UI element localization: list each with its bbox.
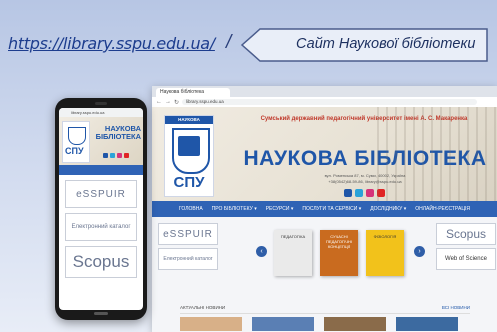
phone-home-indicator — [94, 312, 108, 315]
phone-logo-abbr: СПУ — [65, 146, 84, 156]
site-hero: НАУКОВА БІБЛІОТЕКА СПУ Сумський державни… — [152, 107, 497, 201]
phone-logo-shield-icon — [68, 127, 86, 145]
menu-item-services[interactable]: ПОСЛУГИ ТА СЕРВІСИ ▾ — [302, 206, 361, 212]
menu-item-home[interactable]: ГОЛОВНА — [179, 206, 203, 212]
logo-caption: НАУКОВА БІБЛІОТЕКА — [165, 116, 213, 130]
menu-item-about[interactable]: ПРО БІБЛІОТЕКУ ▾ — [212, 206, 257, 212]
back-icon[interactable]: ← — [156, 99, 162, 105]
logo-book-icon — [178, 136, 200, 156]
esspuir-button[interactable]: eSSPUIR — [158, 223, 218, 245]
url-field[interactable]: library.sspu.edu.ua — [182, 99, 477, 105]
facebook-icon[interactable] — [344, 189, 352, 197]
phone-email: +38(0542)68-59-86, library@sspu.edu.ua — [328, 179, 402, 184]
phone-social-links — [103, 153, 129, 158]
phone-esspuir-button[interactable]: eSSPUIR — [65, 180, 137, 208]
phone-hero: СПУ НАУКОВА БІБЛІОТЕКА — [59, 117, 143, 165]
reload-icon[interactable]: ↻ — [174, 99, 179, 106]
news-thumbnail[interactable] — [180, 317, 242, 331]
news-header: АКТУАЛЬНІ НОВИНИ ВСІ НОВИНИ — [180, 305, 470, 314]
book-cover[interactable]: СУЧАСНІ ПЕДАГОГІЧНІ КОНЦЕПЦІЇ — [320, 230, 358, 276]
mobile-phone: library.sspu.edu.ua СПУ НАУКОВА БІБЛІОТЕ… — [55, 98, 147, 320]
news-more-link[interactable]: ВСІ НОВИНИ — [442, 305, 470, 310]
logo-abbr: СПУ — [173, 174, 205, 191]
slide-title: Сайт Наукової бібліотеки — [296, 36, 476, 52]
youtube-icon[interactable] — [377, 189, 385, 197]
desktop-browser: Наукова бібліотека ← → ↻ library.sspu.ed… — [152, 86, 497, 332]
menu-item-resources[interactable]: РЕСУРСИ ▾ — [266, 206, 294, 212]
scopus-button[interactable]: Scopus — [436, 223, 496, 245]
phone-logo[interactable]: СПУ — [62, 121, 90, 163]
contact-info: вул. Роменська 87, м. Суми, 40002, Украї… — [236, 173, 494, 185]
university-name: Сумський державний педагогічний універси… — [260, 116, 468, 122]
carousel-next-icon[interactable]: › — [414, 246, 425, 257]
news-thumbnail[interactable] — [324, 317, 386, 331]
book-cover[interactable]: ФІЗІОЛОГІЯ — [366, 230, 404, 276]
instagram-icon[interactable] — [117, 153, 122, 158]
main-menu: ГОЛОВНА ПРО БІБЛІОТЕКУ ▾ РЕСУРСИ ▾ ПОСЛУ… — [152, 201, 497, 217]
social-links — [344, 189, 385, 197]
wos-button[interactable]: Web of Science — [436, 248, 496, 270]
news-thumbnail[interactable] — [252, 317, 314, 331]
news-label: АКТУАЛЬНІ НОВИНИ — [180, 305, 226, 310]
library-logo[interactable]: НАУКОВА БІБЛІОТЕКА СПУ — [164, 115, 214, 197]
book-cover[interactable]: ПЕДАГОГІКА — [274, 230, 312, 276]
slide-separator: / — [226, 32, 232, 53]
telegram-icon[interactable] — [110, 153, 115, 158]
slide-title-banner: Сайт Наукової бібліотеки — [240, 27, 488, 63]
carousel-prev-icon[interactable]: ‹ — [256, 246, 267, 257]
phone-library-title: НАУКОВА БІБЛІОТЕКА — [95, 124, 141, 141]
facebook-icon[interactable] — [103, 153, 108, 158]
news-thumbnails — [180, 317, 458, 331]
catalog-button[interactable]: Електронний каталог — [158, 248, 218, 270]
library-title: НАУКОВА БІБЛІОТЕКА — [243, 147, 487, 170]
menu-item-researcher[interactable]: ДОСЛІДНИКУ ▾ — [370, 206, 406, 212]
forward-icon[interactable]: → — [165, 99, 171, 105]
tab-bar: Наукова бібліотека — [152, 86, 497, 97]
browser-tab[interactable]: Наукова бібліотека — [156, 88, 230, 97]
phone-address-bar[interactable]: library.sspu.edu.ua — [59, 108, 143, 117]
phone-scopus-button[interactable]: Scopus — [65, 246, 137, 278]
phone-screen: library.sspu.edu.ua СПУ НАУКОВА БІБЛІОТЕ… — [59, 108, 143, 310]
phone-menu-bar[interactable] — [59, 165, 143, 175]
content-area: eSSPUIR Електронний каталог ‹ ПЕДАГОГІКА… — [152, 217, 497, 332]
instagram-icon[interactable] — [366, 189, 374, 197]
telegram-icon[interactable] — [355, 189, 363, 197]
slide-url[interactable]: https://library.sspu.edu.ua/ — [8, 34, 215, 53]
menu-item-registration[interactable]: ОНЛАЙН-РЕЄСТРАЦІЯ — [415, 206, 470, 212]
news-thumbnail[interactable] — [396, 317, 458, 331]
youtube-icon[interactable] — [124, 153, 129, 158]
phone-catalog-button[interactable]: Електронний каталог — [65, 213, 137, 241]
phone-camera — [95, 102, 107, 105]
